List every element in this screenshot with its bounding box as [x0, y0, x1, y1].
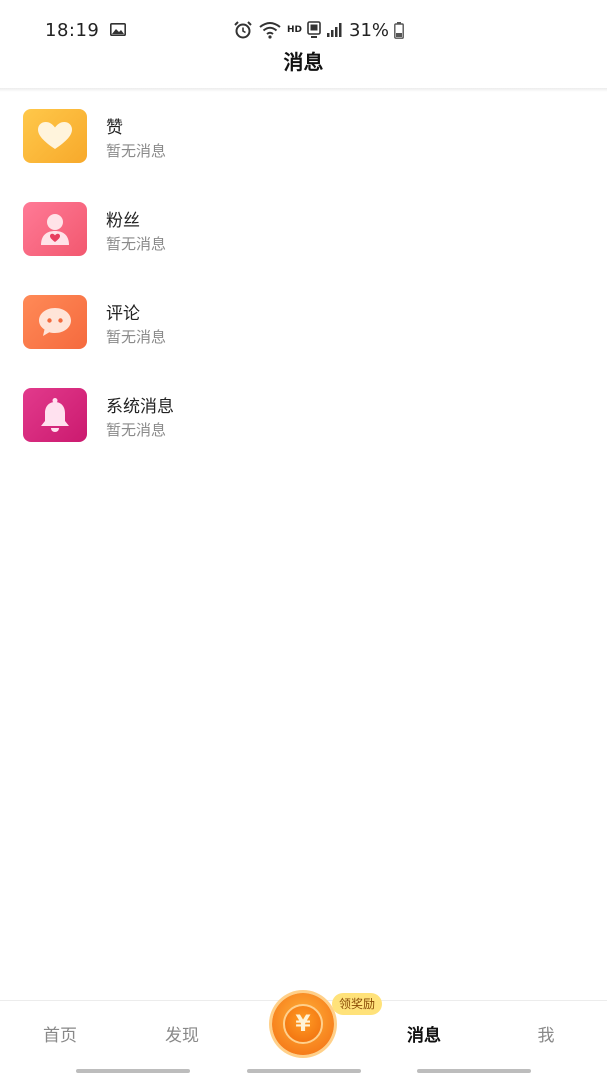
system-gesture-bar	[0, 1066, 607, 1080]
bell-icon	[41, 398, 69, 432]
status-time: 18:19	[45, 20, 100, 41]
message-subtitle: 暂无消息	[106, 421, 167, 439]
comment-icon	[39, 308, 71, 336]
tab-discover[interactable]: 发现	[142, 1021, 222, 1046]
battery-icon	[394, 21, 404, 39]
reward-badge[interactable]: 领奖励	[332, 993, 383, 1015]
likes-icon-tile	[23, 109, 87, 163]
status-icons: HD 31%	[233, 18, 404, 42]
message-title: 评论	[106, 304, 140, 324]
message-subtitle: 暂无消息	[106, 235, 167, 253]
message-item-system[interactable]: 系统消息 暂无消息	[0, 371, 607, 464]
wifi-icon	[259, 22, 281, 39]
gallery-icon	[110, 23, 126, 36]
message-item-comments[interactable]: 评论 暂无消息	[0, 278, 607, 371]
gesture-indicator-left	[76, 1069, 190, 1073]
tab-messages[interactable]: 消息	[384, 1021, 464, 1046]
yuan-coin-icon: ¥	[283, 1004, 323, 1044]
gesture-indicator-right	[417, 1069, 531, 1073]
page-title: 消息	[283, 50, 324, 74]
message-subtitle: 暂无消息	[106, 142, 167, 160]
system-icon-tile	[23, 388, 87, 442]
message-item-fans[interactable]: 粉丝 暂无消息	[0, 185, 607, 278]
hd-label: HD	[287, 25, 303, 35]
tab-home[interactable]: 首页	[20, 1021, 100, 1046]
signal-icon	[327, 23, 342, 37]
message-item-likes[interactable]: 赞 暂无消息	[0, 92, 607, 185]
gesture-indicator-center	[247, 1069, 361, 1073]
user-icon	[41, 214, 69, 245]
message-title: 粉丝	[106, 211, 140, 231]
message-subtitle: 暂无消息	[106, 328, 167, 346]
heart-icon	[38, 122, 72, 149]
comments-icon-tile	[23, 295, 87, 349]
message-title: 系统消息	[106, 397, 174, 417]
tab-me[interactable]: 我	[506, 1021, 586, 1046]
sim-icon	[307, 21, 321, 38]
alarm-icon	[234, 21, 252, 39]
message-title: 赞	[106, 118, 123, 138]
reward-button[interactable]: ¥	[272, 993, 334, 1055]
battery-percent: 31%	[349, 19, 390, 41]
fans-icon-tile	[23, 202, 87, 256]
